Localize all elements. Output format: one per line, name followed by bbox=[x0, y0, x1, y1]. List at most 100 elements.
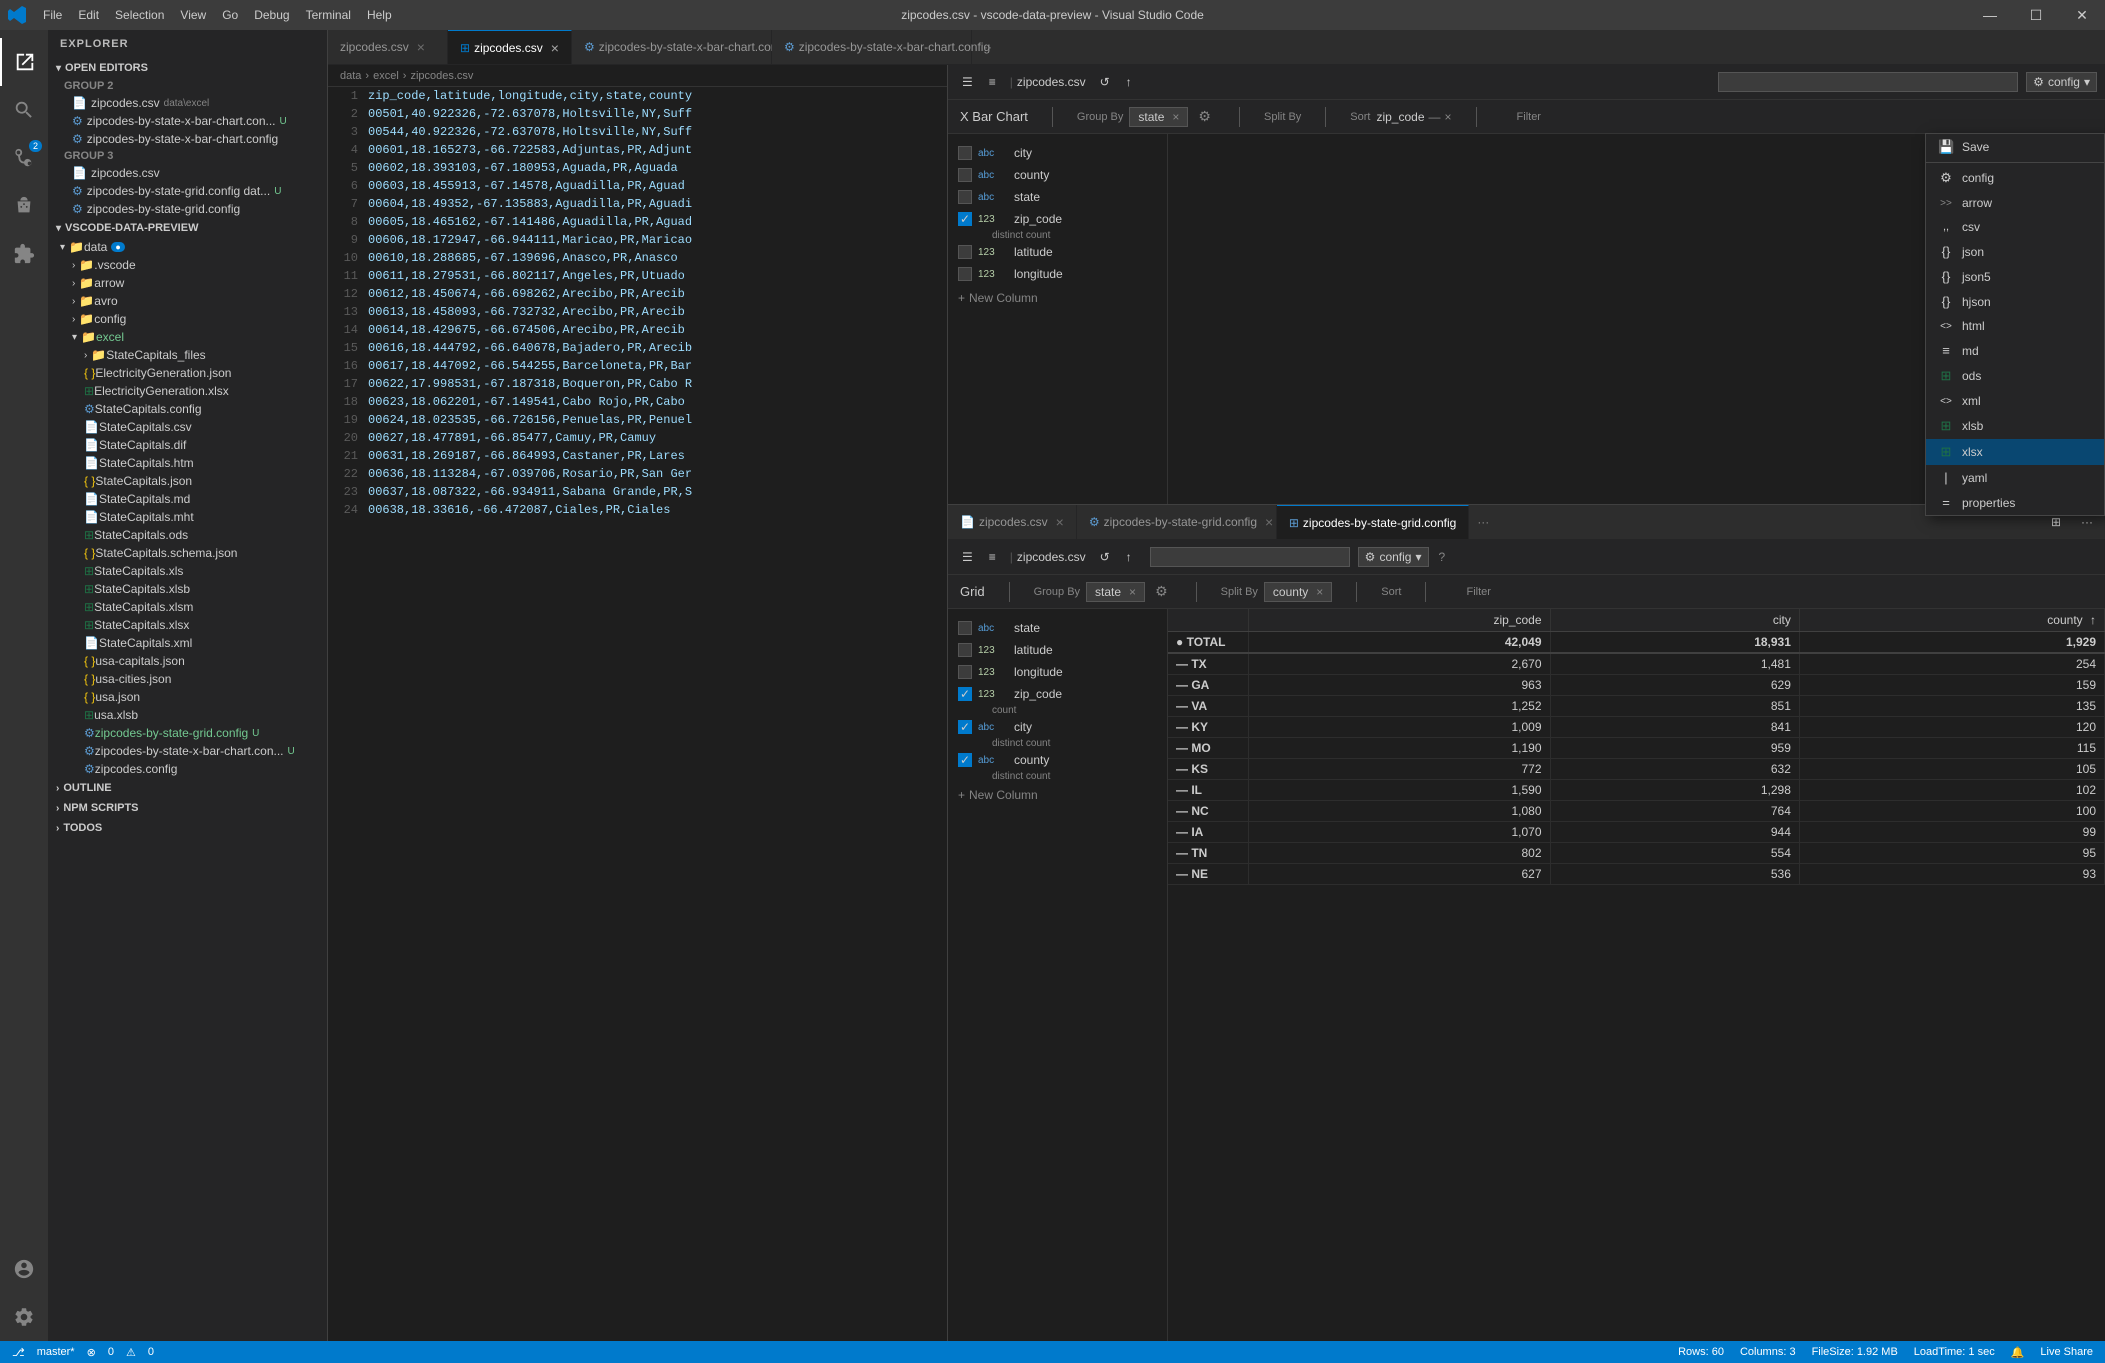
activity-settings[interactable] bbox=[0, 1293, 48, 1341]
grid-split-by-tag[interactable]: county × bbox=[1264, 582, 1332, 602]
table-row-tn[interactable]: — TN 802 554 95 bbox=[1168, 843, 2105, 864]
breadcrumb-file[interactable]: zipcodes.csv bbox=[410, 70, 473, 82]
activity-extensions[interactable] bbox=[0, 230, 48, 278]
tree-item-eg-xlsx[interactable]: ⊞ ElectricityGeneration.xlsx bbox=[84, 382, 327, 400]
breadcrumb-data[interactable]: data bbox=[340, 70, 361, 82]
open-file-grid-config2[interactable]: ⚙ zipcodes-by-state-grid.config bbox=[56, 200, 327, 218]
tab-grid-zipcodes[interactable]: 📄 zipcodes.csv × bbox=[948, 505, 1077, 539]
dropdown-hjson[interactable]: {} hjson bbox=[1926, 289, 2104, 314]
tab-bar-chart-config[interactable]: ⚙ zipcodes-by-state-x-bar-chart.config bbox=[572, 30, 772, 64]
menu-edit[interactable]: Edit bbox=[70, 0, 107, 30]
toolbar-refresh-btn[interactable]: ↺ bbox=[1094, 73, 1116, 91]
tab-more-button[interactable]: ··· bbox=[972, 30, 1000, 64]
activity-source-control[interactable]: 2 bbox=[0, 134, 48, 182]
breadcrumb-excel[interactable]: excel bbox=[373, 70, 399, 82]
tree-item-sc-htm[interactable]: 📄 StateCapitals.htm bbox=[84, 454, 327, 472]
tree-item-sc-xls[interactable]: ⊞ StateCapitals.xls bbox=[84, 562, 327, 580]
grid-col-city[interactable]: ✓ abc city bbox=[956, 716, 1159, 738]
activity-explorer[interactable] bbox=[0, 38, 48, 86]
dropdown-save[interactable]: 💾 Save bbox=[1926, 134, 2104, 160]
open-file-bar-chart-config[interactable]: ⚙ zipcodes-by-state-x-bar-chart.con... U bbox=[56, 112, 327, 130]
tab-close-preview[interactable]: × bbox=[551, 40, 559, 56]
dropdown-xml[interactable]: <> xml bbox=[1926, 389, 2104, 413]
grid-col-county[interactable]: ✓ abc county bbox=[956, 749, 1159, 771]
section-todos[interactable]: › TODOS bbox=[48, 818, 327, 838]
error-count[interactable]: 0 bbox=[108, 1346, 114, 1358]
dropdown-ods[interactable]: ⊞ ods bbox=[1926, 363, 2104, 389]
open-file-bar-chart-config2[interactable]: ⚙ zipcodes-by-state-x-bar-chart.config bbox=[56, 130, 327, 148]
tree-item-usa-json[interactable]: { } usa.json bbox=[84, 688, 327, 706]
tab-close-zipcodes[interactable]: × bbox=[417, 39, 425, 55]
county-check[interactable] bbox=[958, 168, 972, 182]
tree-item-sc-xlsb[interactable]: ⊞ StateCapitals.xlsb bbox=[84, 580, 327, 598]
table-row-il[interactable]: — IL 1,590 1,298 102 bbox=[1168, 780, 2105, 801]
code-editor[interactable]: 1 zip_code,latitude,longitude,city,state… bbox=[328, 87, 947, 1341]
table-row-tx[interactable]: — TX 2,670 1,481 254 bbox=[1168, 653, 2105, 675]
tree-item-zip-config[interactable]: ⚙ zipcodes.config bbox=[84, 760, 327, 778]
warning-count[interactable]: 0 bbox=[148, 1346, 154, 1358]
col-item-state[interactable]: abc state bbox=[956, 186, 1159, 208]
dropdown-xlsb[interactable]: ⊞ xlsb bbox=[1926, 413, 2104, 439]
git-branch[interactable]: master* bbox=[37, 1346, 75, 1358]
tree-item-excel[interactable]: ▾ 📁 excel bbox=[72, 328, 327, 346]
sort-close[interactable]: × bbox=[1445, 110, 1452, 124]
th-state[interactable] bbox=[1168, 609, 1248, 632]
open-file-grid-config[interactable]: ⚙ zipcodes-by-state-grid.config dat... U bbox=[56, 182, 327, 200]
dropdown-xlsx[interactable]: ⊞ xlsx bbox=[1926, 439, 2104, 465]
tab-grid-config[interactable]: ⚙ zipcodes-by-state-grid.config × bbox=[1077, 505, 1277, 539]
tree-item-zip-grid-config[interactable]: ⚙ zipcodes-by-state-grid.config U bbox=[84, 724, 327, 742]
table-row-va[interactable]: — VA 1,252 851 135 bbox=[1168, 696, 2105, 717]
section-open-editors[interactable]: ▾ OPEN EDITORS bbox=[48, 58, 327, 78]
grid-group-by-tag[interactable]: state × bbox=[1086, 582, 1145, 602]
grid-upload-btn[interactable]: ↑ bbox=[1120, 548, 1138, 566]
grid-refresh-btn[interactable]: ↺ bbox=[1094, 548, 1116, 566]
state-check[interactable] bbox=[958, 190, 972, 204]
tree-item-sc-config[interactable]: ⚙ StateCapitals.config bbox=[84, 400, 327, 418]
tab-close-grid-z[interactable]: × bbox=[1056, 514, 1064, 530]
search-input[interactable] bbox=[1718, 72, 2018, 92]
th-zipcode[interactable]: zip_code bbox=[1248, 609, 1550, 632]
grid-list-btn[interactable]: ≡ bbox=[983, 548, 1002, 566]
dropdown-csv[interactable]: ,, csv bbox=[1926, 215, 2104, 239]
live-share[interactable]: Live Share bbox=[2040, 1346, 2093, 1359]
tree-item-sc-json[interactable]: { } StateCapitals.json bbox=[84, 472, 327, 490]
tree-item-usa-xlsb[interactable]: ⊞ usa.xlsb bbox=[84, 706, 327, 724]
dropdown-json5[interactable]: {} json5 bbox=[1926, 264, 2104, 289]
tree-item-sc-md[interactable]: 📄 StateCapitals.md bbox=[84, 490, 327, 508]
dropdown-html[interactable]: <> html bbox=[1926, 314, 2104, 338]
dropdown-md[interactable]: ≡ md bbox=[1926, 338, 2104, 363]
open-file-zipcodes-csv[interactable]: 📄 zipcodes.csv data\excel bbox=[56, 94, 327, 112]
zipcode-check[interactable]: ✓ bbox=[958, 212, 972, 226]
tree-item-sc-xml[interactable]: 📄 StateCapitals.xml bbox=[84, 634, 327, 652]
tree-item-sc-xlsm[interactable]: ⊞ StateCapitals.xlsm bbox=[84, 598, 327, 616]
activity-accounts[interactable] bbox=[0, 1245, 48, 1293]
grid-group-by-remove[interactable]: × bbox=[1129, 585, 1136, 599]
toolbar-upload-btn[interactable]: ↑ bbox=[1120, 73, 1138, 91]
tree-item-config[interactable]: › 📁 config bbox=[72, 310, 327, 328]
grid-table-container[interactable]: zip_code city county ↑ ● TOTAL 42,049 bbox=[1168, 609, 2105, 1341]
grid-col-longitude[interactable]: 123 longitude bbox=[956, 661, 1159, 683]
grid-state-check[interactable] bbox=[958, 621, 972, 635]
grid-group-settings[interactable]: ⚙ bbox=[1151, 581, 1172, 602]
group-by-remove[interactable]: × bbox=[1172, 110, 1179, 124]
th-city[interactable]: city bbox=[1550, 609, 1799, 632]
tree-item-eg-json[interactable]: { } ElectricityGeneration.json bbox=[84, 364, 327, 382]
dropdown-json[interactable]: {} json bbox=[1926, 239, 2104, 264]
activity-debug[interactable] bbox=[0, 182, 48, 230]
table-row-ga[interactable]: — GA 963 629 159 bbox=[1168, 675, 2105, 696]
grid-col-latitude[interactable]: 123 latitude bbox=[956, 639, 1159, 661]
tab-close-grid-c[interactable]: × bbox=[1265, 514, 1273, 530]
tree-item-sc-csv[interactable]: 📄 StateCapitals.csv bbox=[84, 418, 327, 436]
open-file-zipcodes-csv2[interactable]: 📄 zipcodes.csv bbox=[56, 164, 327, 182]
tree-item-sc-dif[interactable]: 📄 StateCapitals.dif bbox=[84, 436, 327, 454]
config-dropdown[interactable]: ⚙ config ▾ bbox=[2026, 72, 2097, 92]
group-by-tag[interactable]: state × bbox=[1129, 107, 1188, 127]
dropdown-properties[interactable]: = properties bbox=[1926, 490, 2104, 515]
menu-view[interactable]: View bbox=[172, 0, 214, 30]
minimize-button[interactable]: — bbox=[1967, 0, 2013, 30]
grid-city-check[interactable]: ✓ bbox=[958, 720, 972, 734]
tree-item-arrow[interactable]: › 📁 arrow bbox=[72, 274, 327, 292]
add-column-btn[interactable]: + New Column bbox=[956, 285, 1159, 311]
dropdown-yaml[interactable]: | yaml bbox=[1926, 465, 2104, 490]
lat-check[interactable] bbox=[958, 245, 972, 259]
